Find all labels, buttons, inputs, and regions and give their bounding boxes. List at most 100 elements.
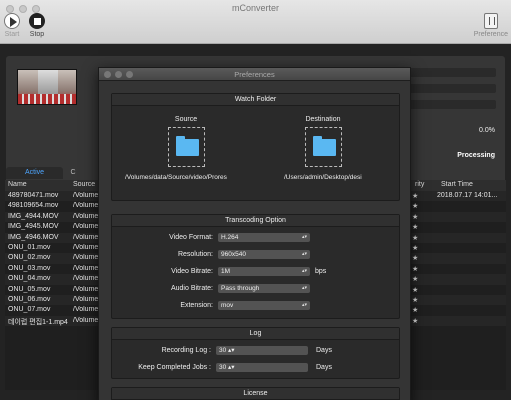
- license-group: License: [111, 387, 400, 400]
- cell-source: /Volume: [73, 202, 99, 210]
- start-label: Start: [4, 31, 20, 38]
- cell-source: /Volume: [73, 254, 99, 262]
- chevron-updown-icon: ▴▾: [301, 302, 307, 308]
- cell-name: ONU_05.mov: [8, 285, 51, 293]
- chevron-updown-icon: ▴▾: [228, 364, 235, 371]
- keep-completed-label: Keep Completed Jobs :: [138, 364, 211, 371]
- recording-log-value: 30: [219, 347, 227, 354]
- cell-source: /Volume: [73, 264, 99, 272]
- cell-name: 489780471.mov: [8, 192, 59, 199]
- priority-star-icon: ★: [412, 317, 419, 325]
- stop-icon: [29, 13, 45, 29]
- priority-star-icon: ★: [412, 286, 419, 294]
- cell-name: ONU_01.mov: [8, 243, 51, 251]
- tab-active[interactable]: Active: [6, 167, 63, 179]
- extension-select[interactable]: mov ▴▾: [218, 301, 310, 310]
- extension-row: Extension: mov ▴▾: [112, 301, 401, 312]
- priority-star-icon: ★: [412, 224, 419, 232]
- priority-star-icon: ★: [412, 307, 419, 315]
- resolution-row: Resolution: 960x540 ▴▾: [112, 250, 401, 261]
- resolution-value: 960x540: [221, 251, 246, 258]
- recording-log-unit: Days: [316, 347, 332, 354]
- resolution-select[interactable]: 960x540 ▴▾: [218, 250, 310, 259]
- cell-name: ONU_03.mov: [8, 264, 51, 272]
- chevron-updown-icon: ▴▾: [228, 347, 235, 354]
- dialog-zoom-button[interactable]: [126, 71, 133, 78]
- video-bitrate-label: Video Bitrate:: [171, 268, 213, 275]
- chevron-updown-icon: ▴▾: [301, 285, 307, 291]
- video-thumbnail: [17, 69, 77, 105]
- job-tabs: Active C: [6, 167, 83, 179]
- recording-log-select[interactable]: 30 ▴▾: [216, 346, 308, 355]
- extension-value: mov: [221, 302, 234, 309]
- cell-source: /Volume: [73, 306, 99, 314]
- cell-source: /Volume: [73, 295, 99, 303]
- cell-name: ONU_07.mov: [8, 306, 51, 314]
- cell-source: /Volume: [73, 233, 99, 241]
- priority-star-icon: ★: [412, 244, 419, 252]
- column-start-time[interactable]: Start Time: [441, 181, 509, 188]
- dialog-window-controls[interactable]: [104, 71, 133, 78]
- column-priority[interactable]: rity: [415, 181, 424, 188]
- cell-name: ONU_06.mov: [8, 295, 51, 303]
- log-heading: Log: [112, 328, 399, 340]
- dialog-minimize-button[interactable]: [115, 71, 122, 78]
- cell-source: /Volume: [73, 212, 99, 220]
- stop-button[interactable]: Stop: [26, 13, 48, 38]
- preference-button[interactable]: Preference: [474, 13, 508, 38]
- cell-start-time: 2018.07.17 14:01...: [437, 192, 498, 199]
- dialog-title: Preferences: [234, 70, 275, 79]
- keep-completed-value: 30: [219, 364, 227, 371]
- watch-folder-group: Watch Folder Source /Volumes/data/Source…: [111, 93, 400, 201]
- main-titlebar: mConverter Start Stop Preference: [0, 0, 511, 44]
- cell-name: ONU_02.mov: [8, 254, 51, 262]
- stop-label: Stop: [29, 31, 45, 38]
- start-button[interactable]: Start: [1, 13, 23, 38]
- video-format-select[interactable]: H.264 ▴▾: [218, 233, 310, 242]
- priority-star-icon: ★: [412, 276, 419, 284]
- cell-name: IMG_4945.MOV: [8, 223, 59, 231]
- keep-completed-unit: Days: [316, 364, 332, 371]
- folder-icon: [176, 136, 199, 156]
- audio-bitrate-row: Audio Bitrate: Pass through ▴▾: [112, 284, 401, 295]
- preference-icon: [483, 13, 498, 29]
- column-name[interactable]: Name: [8, 181, 70, 188]
- transcoding-heading: Transcoding Option: [112, 215, 399, 227]
- audio-bitrate-label: Audio Bitrate:: [170, 285, 213, 292]
- video-bitrate-row: Video Bitrate: 1M ▴▾ bps: [112, 267, 401, 278]
- log-group: Log Recording Log : 30 ▴▾ Days Keep Comp…: [111, 327, 400, 379]
- priority-star-icon: ★: [412, 193, 419, 200]
- source-path: /Volumes/data/Source/video/Prores: [125, 174, 227, 181]
- cell-source: /Volume: [73, 275, 99, 283]
- priority-star-icon: ★: [412, 265, 419, 273]
- destination-folder-drop[interactable]: [305, 127, 342, 167]
- cell-source: /Volume: [73, 243, 99, 251]
- chevron-updown-icon: ▴▾: [301, 268, 307, 274]
- preferences-dialog: Preferences Watch Folder Source /Volumes…: [98, 67, 411, 400]
- recording-log-row: Recording Log : 30 ▴▾ Days: [112, 346, 401, 357]
- license-heading: License: [112, 388, 399, 400]
- priority-star-icon: ★: [412, 296, 419, 304]
- dialog-close-button[interactable]: [104, 71, 111, 78]
- source-label: Source: [174, 116, 198, 123]
- transcoding-group: Transcoding Option Video Format: H.264 ▴…: [111, 214, 400, 319]
- audio-bitrate-select[interactable]: Pass through ▴▾: [218, 284, 310, 293]
- cell-name: ONU_04.mov: [8, 275, 51, 283]
- video-bitrate-select[interactable]: 1M ▴▾: [218, 267, 310, 276]
- source-folder-drop[interactable]: [168, 127, 205, 167]
- priority-star-icon: ★: [412, 213, 419, 221]
- watch-folder-heading: Watch Folder: [112, 94, 399, 106]
- destination-label: Destination: [305, 116, 341, 123]
- play-icon: [4, 13, 20, 29]
- column-source[interactable]: Source: [73, 181, 101, 188]
- cell-source: /Volume: [73, 223, 99, 231]
- window-title: mConverter: [231, 3, 279, 13]
- tab-completed[interactable]: C: [63, 167, 83, 179]
- priority-star-icon: ★: [412, 203, 419, 211]
- cell-name: 498109654.mov: [8, 202, 59, 210]
- destination-path: /Users/admin/Desktop/desi: [284, 174, 362, 181]
- audio-bitrate-value: Pass through: [221, 285, 260, 292]
- keep-completed-select[interactable]: 30 ▴▾: [216, 363, 308, 372]
- bitrate-unit: bps: [315, 268, 327, 275]
- folder-icon: [313, 136, 336, 156]
